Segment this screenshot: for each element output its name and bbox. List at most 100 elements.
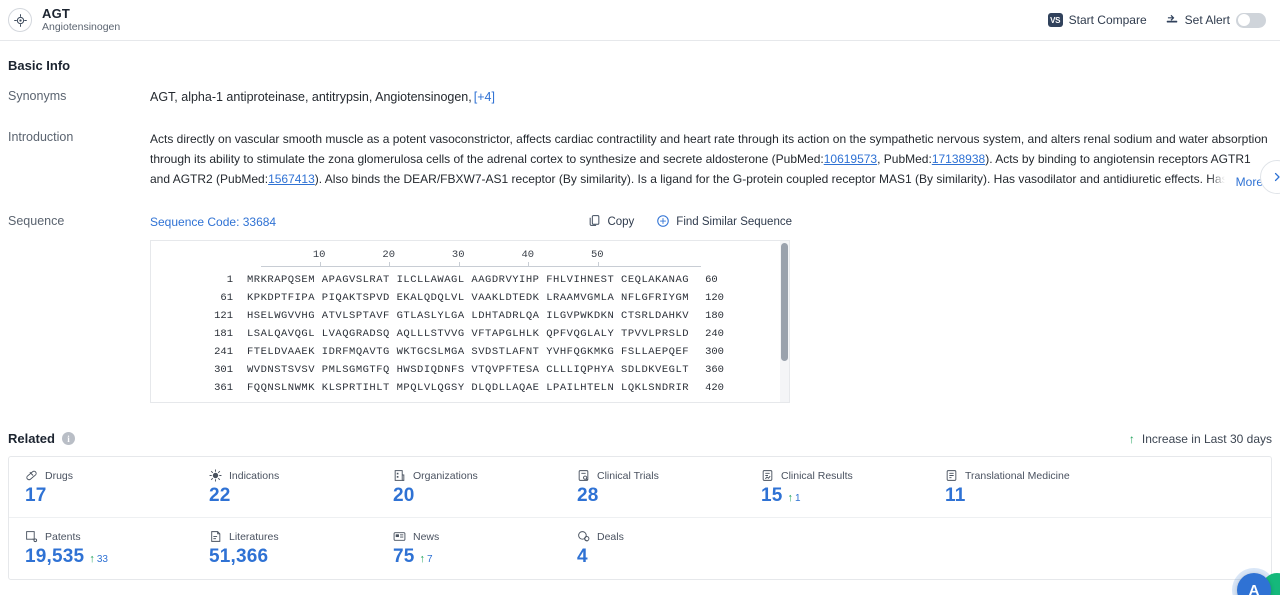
sequence-line: 61 KPKDPTFIPA PIQAKTSPVD EKALQDQLVL VAAKL… bbox=[151, 289, 789, 307]
app-page: AGT Angiotensinogen VS Start Compare Set… bbox=[0, 0, 1280, 595]
sequence-viewer[interactable]: 10 20 30 40 50 1 MRKRAPQSEM APAGVSLRAT ILCLLA… bbox=[150, 240, 790, 403]
related-card-header: Clinical Results bbox=[761, 469, 929, 482]
related-card-value: 75 bbox=[393, 546, 415, 567]
find-similar-sequence-button[interactable]: Find Similar Sequence bbox=[656, 214, 792, 231]
related-card-value: 51,366 bbox=[209, 546, 269, 567]
sequence-start-index: 241 bbox=[214, 346, 233, 358]
related-card[interactable]: Deals 4 bbox=[561, 518, 745, 578]
related-card[interactable]: News 75 ↑ 7 bbox=[377, 518, 561, 578]
related-card-header: Organizations bbox=[393, 469, 561, 482]
entity-brand: AGT Angiotensinogen bbox=[8, 7, 120, 34]
sequence-residues: FTELDVAAEK IDRFMQAVTG WKTGCSLMGA SVDSTLA… bbox=[247, 346, 690, 358]
pubmed-link-1[interactable]: 10619573 bbox=[824, 152, 877, 166]
related-card-value: 17 bbox=[25, 485, 47, 506]
info-icon[interactable]: i bbox=[61, 432, 75, 445]
ruler-baseline bbox=[261, 266, 701, 267]
related-card-value: 20 bbox=[393, 485, 415, 506]
related-card[interactable]: Literatures 51,366 bbox=[193, 518, 377, 578]
related-card[interactable]: Clinical Trials 28 bbox=[561, 457, 745, 517]
sequence-line-list: 1 MRKRAPQSEM APAGVSLRAT ILCLLAWAGL AAGDRV… bbox=[151, 271, 789, 397]
related-card-label: Drugs bbox=[45, 469, 74, 482]
ruler-tick bbox=[319, 262, 321, 267]
ruler-tick bbox=[528, 262, 530, 267]
sequence-content: 10 20 30 40 50 1 MRKRAPQSEM APAGVSLRAT ILCLLA… bbox=[151, 241, 789, 397]
sequence-scrollbar-thumb[interactable] bbox=[781, 243, 788, 361]
sequence-body: Sequence Code: 33684 Copy Find Similar S… bbox=[150, 213, 1280, 403]
related-card-value-row: 11 bbox=[945, 485, 1113, 507]
related-card-header: Clinical Trials bbox=[577, 469, 745, 482]
related-card[interactable]: Indications 22 bbox=[193, 457, 377, 517]
sequence-line: 121 HSELWGVVHG ATVLSPTAVF GTLASLYLGA LDHT… bbox=[151, 307, 789, 325]
intro-part-2: , PubMed: bbox=[877, 152, 932, 166]
sequence-residues: KPKDPTFIPA PIQAKTSPVD EKALQDQLVL VAAKLDT… bbox=[247, 292, 690, 304]
sequence-end-index: 240 bbox=[705, 328, 724, 340]
sequence-scrollbar[interactable] bbox=[780, 241, 789, 402]
related-card-header: Patents bbox=[25, 530, 193, 543]
related-card-value-row: 19,535 ↑ 33 bbox=[25, 546, 193, 568]
related-card[interactable]: Patents 19,535 ↑ 33 bbox=[9, 518, 193, 578]
sequence-residues: MRKRAPQSEM APAGVSLRAT ILCLLAWAGL AAGDRVY… bbox=[247, 274, 690, 286]
sequence-start-index: 181 bbox=[214, 328, 233, 340]
sequence-start-index: 1 bbox=[226, 274, 233, 286]
related-card-label: Patents bbox=[45, 530, 81, 543]
related-card-value: 19,535 bbox=[25, 546, 85, 567]
vs-icon: VS bbox=[1047, 13, 1063, 27]
related-card-delta: ↑ 7 bbox=[420, 554, 433, 566]
copy-sequence-button[interactable]: Copy bbox=[588, 214, 634, 230]
ruler-tick bbox=[458, 262, 460, 267]
sequence-code[interactable]: Sequence Code: 33684 bbox=[150, 215, 276, 229]
related-cards-row-2: Patents 19,535 ↑ 33 Literatures 51,366 News 75 ↑… bbox=[9, 517, 1271, 578]
related-card[interactable]: Drugs 17 bbox=[9, 457, 193, 517]
related-card[interactable]: Organizations 20 bbox=[377, 457, 561, 517]
related-card-header: Drugs bbox=[25, 469, 193, 482]
app-header: AGT Angiotensinogen VS Start Compare Set… bbox=[0, 0, 1280, 41]
introduction-body: Acts directly on vascular smooth muscle … bbox=[150, 129, 1280, 189]
related-card-label: Indications bbox=[229, 469, 280, 482]
increase-legend-label: Increase in Last 30 days bbox=[1141, 431, 1272, 446]
building-icon bbox=[393, 469, 406, 482]
related-card-delta-value: 1 bbox=[795, 493, 801, 504]
introduction-text: Acts directly on vascular smooth muscle … bbox=[150, 129, 1280, 189]
related-card[interactable]: Clinical Results 15 ↑ 1 bbox=[745, 457, 929, 517]
related-cards-row-1: Drugs 17 Indications 22 Organizations 20 Clini… bbox=[9, 457, 1271, 517]
related-cards-panel: Drugs 17 Indications 22 Organizations 20 Clini… bbox=[8, 456, 1272, 580]
related-card-value-row: 75 ↑ 7 bbox=[393, 546, 561, 568]
copy-label: Copy bbox=[607, 216, 635, 228]
sequence-residues: FQQNSLNWMK KLSPRTIHLT MPQLVLQGSY DLQDLLA… bbox=[247, 382, 690, 394]
pubmed-link-3[interactable]: 1567413 bbox=[268, 172, 315, 186]
sequence-end-index: 180 bbox=[705, 310, 724, 322]
similarity-search-icon bbox=[656, 214, 670, 231]
introduction-more-label: More bbox=[1235, 175, 1263, 189]
pubmed-link-2[interactable]: 17138938 bbox=[932, 152, 985, 166]
synonyms-more-link[interactable]: [+4] bbox=[474, 90, 495, 104]
set-alert-label: Set Alert bbox=[1184, 13, 1230, 27]
page-subtitle: Angiotensinogen bbox=[42, 21, 121, 34]
related-card[interactable]: Translational Medicine 11 bbox=[929, 457, 1113, 517]
sequence-line: 181 LSALQAVQGL LVAQGRADSQ AQLLLSTVVG VFTA… bbox=[151, 325, 789, 343]
ruler-tick bbox=[597, 262, 599, 267]
target-crosshair-icon bbox=[8, 8, 32, 32]
related-card-label: News bbox=[413, 530, 440, 543]
start-compare-button[interactable]: VS Start Compare bbox=[1047, 13, 1147, 27]
synonyms-value-wrap: AGT, alpha-1 antiproteinase, antitrypsin… bbox=[150, 88, 1280, 106]
arrow-up-icon: ↑ bbox=[89, 553, 95, 565]
related-header: Related i ↑ Increase in Last 30 days bbox=[0, 431, 1280, 446]
related-card-label: Literatures bbox=[229, 530, 279, 543]
related-card-delta: ↑ 1 bbox=[788, 493, 801, 505]
sequence-line: 361 FQQNSLNWMK KLSPRTIHLT MPQLVLQGSY DLQD… bbox=[151, 379, 789, 397]
related-card-label: Deals bbox=[597, 530, 624, 543]
related-card-value-row: 4 bbox=[577, 546, 745, 568]
related-card-header: News bbox=[393, 530, 561, 543]
set-alert-control[interactable]: Set Alert bbox=[1165, 12, 1266, 29]
sequence-line: 241 FTELDVAAEK IDRFMQAVTG WKTGCSLMGA SVDS… bbox=[151, 343, 789, 361]
ruler-tick bbox=[389, 262, 391, 267]
introduction-label: Introduction bbox=[8, 130, 74, 144]
synonyms-row: Synonyms AGT, alpha-1 antiproteinase, an… bbox=[0, 88, 1280, 106]
results-doc-icon bbox=[761, 469, 774, 482]
related-card-delta-value: 33 bbox=[96, 554, 108, 565]
set-alert-toggle[interactable] bbox=[1236, 12, 1266, 28]
related-card-header: Translational Medicine bbox=[945, 469, 1113, 482]
related-card-header: Indications bbox=[209, 469, 377, 482]
sequence-start-index: 121 bbox=[214, 310, 233, 322]
related-card-label: Clinical Trials bbox=[597, 469, 659, 482]
